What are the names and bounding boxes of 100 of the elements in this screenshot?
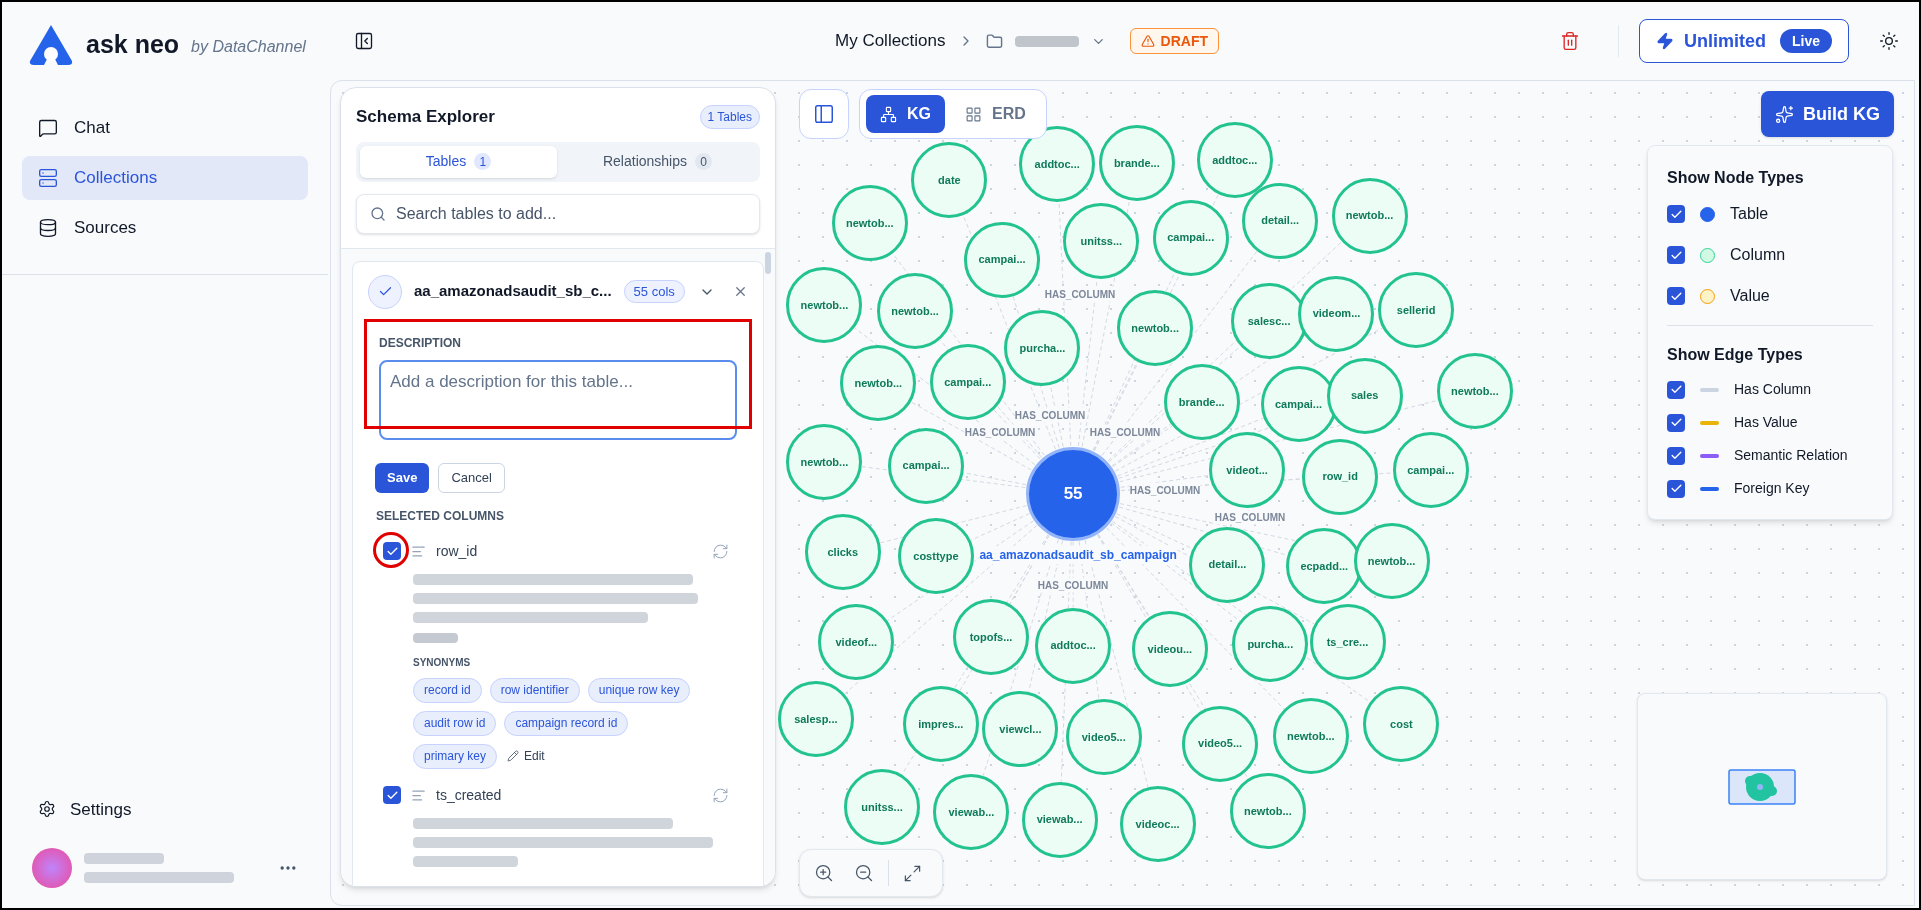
column-node[interactable]: newtob... (786, 423, 863, 500)
theme-icon[interactable] (1879, 31, 1899, 51)
checkbox[interactable] (1667, 205, 1685, 223)
column-node[interactable]: newtob... (831, 184, 908, 261)
column-node[interactable]: addtoc... (1019, 126, 1096, 203)
checkbox[interactable] (1667, 246, 1685, 264)
column-node[interactable]: newtob... (1117, 290, 1194, 367)
column-node[interactable]: unitss... (1063, 203, 1140, 280)
column-node[interactable]: cost (1363, 685, 1440, 762)
search-bar[interactable]: Search tables to add... (356, 193, 760, 234)
sparkle-icon (1775, 104, 1794, 124)
checkbox[interactable] (383, 542, 401, 560)
panel-tab[interactable]: Tables 1 (360, 145, 557, 178)
plan-button[interactable]: Unlimited Live (1639, 19, 1849, 63)
column-node[interactable]: newtob... (786, 267, 863, 343)
nav-icon (38, 118, 58, 138)
table-node[interactable]: 55 (1026, 446, 1121, 541)
column-node[interactable]: campai... (888, 427, 965, 504)
column-node[interactable]: brande... (1098, 124, 1175, 201)
column-node[interactable]: videof... (818, 603, 895, 680)
nav-item[interactable]: Sources (22, 206, 308, 250)
blurred-text (413, 632, 458, 643)
column-node[interactable]: viewcl... (982, 690, 1059, 767)
checkbox[interactable] (1667, 446, 1685, 465)
settings-icon (38, 800, 56, 819)
settings-item[interactable]: Settings (38, 796, 292, 822)
column-node[interactable]: impres... (902, 685, 979, 762)
check-icon[interactable] (368, 274, 402, 309)
column-node[interactable]: date (911, 142, 988, 219)
column-node[interactable]: newtob... (1353, 523, 1430, 600)
edge-label: HAS_COLUMN (1044, 286, 1116, 302)
column-node[interactable]: campai... (929, 344, 1006, 421)
build-kg-button[interactable]: Build KG (1761, 91, 1894, 137)
panel-toggle-icon[interactable] (354, 31, 374, 51)
column-node[interactable]: newtob... (1436, 352, 1513, 429)
column-node[interactable]: newtob... (877, 273, 954, 350)
column-node[interactable]: viewab... (933, 774, 1010, 851)
edge-type-label: Has Column (1734, 380, 1812, 399)
column-node[interactable]: campai... (1152, 199, 1229, 276)
column-node[interactable]: brande... (1163, 363, 1240, 440)
checkbox[interactable] (1667, 479, 1685, 498)
column-node[interactable]: videou... (1131, 611, 1208, 688)
synonym-tag: row identifier (489, 677, 580, 703)
column-node[interactable]: newtob... (1272, 698, 1349, 775)
checkbox[interactable] (383, 786, 401, 804)
column-node[interactable]: addtoc... (1196, 122, 1273, 199)
breadcrumb-link[interactable]: My Collections (835, 28, 946, 54)
edit-link[interactable]: Edit (507, 747, 545, 765)
column-node[interactable]: sales (1326, 357, 1403, 434)
column-node[interactable]: newtob... (1331, 177, 1408, 254)
column-node[interactable]: newtob... (1229, 772, 1306, 849)
column-node[interactable]: purcha... (1232, 606, 1309, 683)
column-node[interactable]: sellerid (1378, 271, 1455, 348)
column-node[interactable]: viewab... (1021, 781, 1098, 858)
cancel-button[interactable]: Cancel (438, 462, 505, 493)
pencil-icon (507, 750, 519, 762)
description-field[interactable]: Add a description for this table... (379, 359, 737, 440)
column-node[interactable]: row_id (1302, 438, 1379, 515)
view-tab[interactable]: KG (866, 95, 945, 133)
column-name: ts_created (436, 785, 502, 805)
column-node[interactable]: purcha... (1004, 309, 1081, 386)
column-node[interactable]: detail... (1189, 526, 1266, 603)
table-node-label: aa_amazonadsaudit_sb_campaign (979, 545, 1177, 564)
column-node[interactable]: campai... (1260, 366, 1337, 443)
column-node[interactable]: clicks (804, 514, 881, 591)
columns-badge: 55 cols (623, 279, 685, 304)
column-node[interactable]: campai... (964, 221, 1041, 298)
delete-icon[interactable] (1560, 31, 1580, 51)
edge-label: HAS_COLUMN (1037, 577, 1109, 593)
fit-view-icon[interactable] (903, 863, 922, 883)
column-node[interactable]: detail... (1242, 182, 1319, 259)
column-node[interactable]: videom... (1298, 275, 1375, 352)
zoom-out-icon[interactable] (854, 863, 874, 883)
nav-item[interactable]: Chat (22, 106, 308, 150)
column-node[interactable]: salesp... (777, 681, 854, 758)
check-icon (1669, 449, 1683, 462)
app-byline: by DataChannel (191, 37, 306, 57)
sidebar-panel-icon (813, 103, 835, 125)
column-node[interactable]: ts_cre... (1309, 603, 1386, 680)
search-field[interactable]: Search tables to add... (396, 201, 746, 226)
column-node[interactable]: newtob... (840, 345, 917, 422)
collapse-panel-button[interactable] (799, 89, 849, 139)
checkbox[interactable] (1667, 287, 1685, 305)
save-button[interactable]: Save (375, 462, 430, 493)
column-node[interactable]: unitss... (844, 769, 920, 846)
zoom-in-icon[interactable] (814, 863, 834, 883)
column-node[interactable]: video5... (1182, 705, 1259, 782)
nav-item[interactable]: Collections (22, 156, 308, 200)
column-node[interactable]: topofs... (953, 599, 1029, 675)
column-node[interactable]: addtoc... (1035, 607, 1112, 684)
panel-tab[interactable]: Relationships 0 (559, 145, 756, 178)
checkbox[interactable] (1667, 380, 1685, 399)
app-name: ask neo (86, 29, 180, 61)
column-node[interactable]: campai... (1392, 432, 1469, 509)
column-node[interactable]: video5... (1065, 699, 1142, 776)
scrollbar-thumb[interactable] (765, 251, 771, 274)
column-node[interactable]: videoc... (1119, 786, 1196, 863)
column-node[interactable]: videot... (1209, 432, 1286, 509)
column-node[interactable]: costtype (897, 518, 974, 595)
checkbox[interactable] (1667, 413, 1685, 432)
